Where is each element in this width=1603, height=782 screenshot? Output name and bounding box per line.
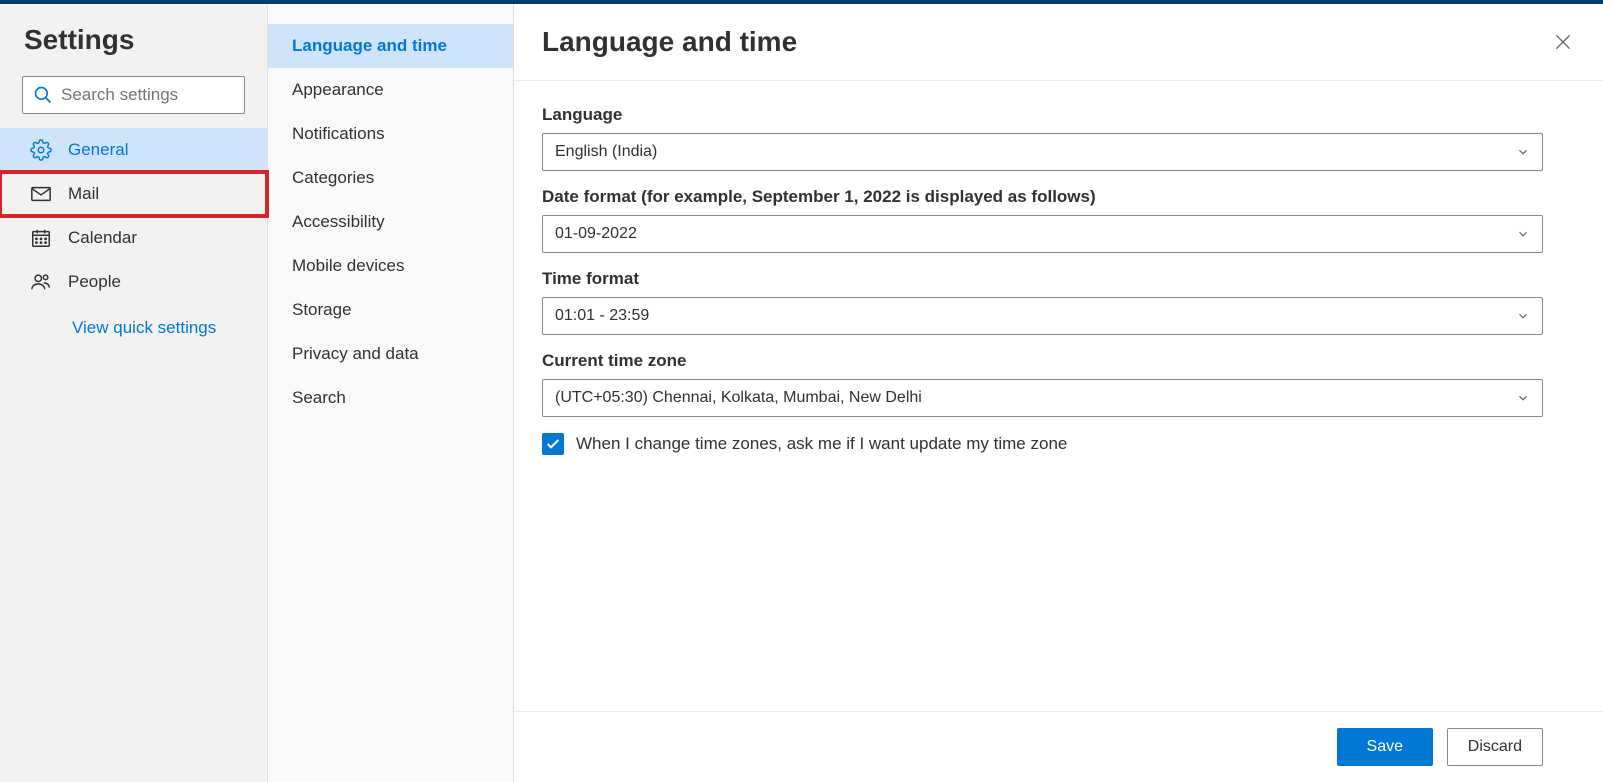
search-input[interactable]	[61, 85, 282, 105]
chevron-down-icon	[1516, 227, 1530, 241]
timezone-ask-label: When I change time zones, ask me if I wa…	[576, 434, 1067, 454]
subnav-language-and-time[interactable]: Language and time	[268, 24, 513, 68]
timezone-label: Current time zone	[542, 351, 1543, 371]
search-icon	[33, 85, 53, 105]
subnav-mobile-devices[interactable]: Mobile devices	[268, 244, 513, 288]
people-icon	[30, 271, 52, 293]
sidebar-item-people[interactable]: People	[0, 260, 267, 304]
close-icon[interactable]	[1553, 32, 1573, 52]
timezone-ask-checkbox[interactable]	[542, 433, 564, 455]
time-format-value: 01:01 - 23:59	[555, 307, 649, 325]
view-quick-settings-link[interactable]: View quick settings	[0, 304, 267, 338]
sidebar-item-label: Mail	[68, 184, 99, 204]
checkmark-icon	[545, 436, 561, 452]
date-format-dropdown[interactable]: 01-09-2022	[542, 215, 1543, 253]
page-title: Language and time	[542, 26, 797, 58]
chevron-down-icon	[1516, 309, 1530, 323]
subnav-search[interactable]: Search	[268, 376, 513, 420]
sidebar-item-general[interactable]: General	[0, 128, 267, 172]
sidebar-item-label: People	[68, 272, 121, 292]
subnav-privacy-and-data[interactable]: Privacy and data	[268, 332, 513, 376]
settings-title: Settings	[0, 16, 267, 76]
sidebar-item-label: Calendar	[68, 228, 137, 248]
subnav-categories[interactable]: Categories	[268, 156, 513, 200]
sidebar-item-mail[interactable]: Mail	[0, 172, 267, 216]
subnav-notifications[interactable]: Notifications	[268, 112, 513, 156]
timezone-dropdown[interactable]: (UTC+05:30) Chennai, Kolkata, Mumbai, Ne…	[542, 379, 1543, 417]
settings-sidebar: Settings General Mail Calendar People Vi…	[0, 4, 268, 782]
main-panel: Language and time Language English (Indi…	[514, 4, 1603, 782]
date-format-value: 01-09-2022	[555, 225, 637, 243]
search-settings-box[interactable]	[22, 76, 245, 114]
date-format-label: Date format (for example, September 1, 2…	[542, 187, 1543, 207]
sidebar-item-calendar[interactable]: Calendar	[0, 216, 267, 260]
settings-subnav: Language and time Appearance Notificatio…	[268, 4, 514, 782]
subnav-storage[interactable]: Storage	[268, 288, 513, 332]
chevron-down-icon	[1516, 145, 1530, 159]
language-label: Language	[542, 105, 1543, 125]
subnav-appearance[interactable]: Appearance	[268, 68, 513, 112]
timezone-value: (UTC+05:30) Chennai, Kolkata, Mumbai, Ne…	[555, 389, 922, 407]
mail-icon	[30, 183, 52, 205]
time-format-dropdown[interactable]: 01:01 - 23:59	[542, 297, 1543, 335]
chevron-down-icon	[1516, 391, 1530, 405]
language-value: English (India)	[555, 143, 657, 161]
discard-button[interactable]: Discard	[1447, 728, 1543, 766]
gear-icon	[30, 139, 52, 161]
subnav-accessibility[interactable]: Accessibility	[268, 200, 513, 244]
sidebar-item-label: General	[68, 140, 128, 160]
save-button[interactable]: Save	[1337, 728, 1433, 766]
language-dropdown[interactable]: English (India)	[542, 133, 1543, 171]
time-format-label: Time format	[542, 269, 1543, 289]
calendar-icon	[30, 227, 52, 249]
